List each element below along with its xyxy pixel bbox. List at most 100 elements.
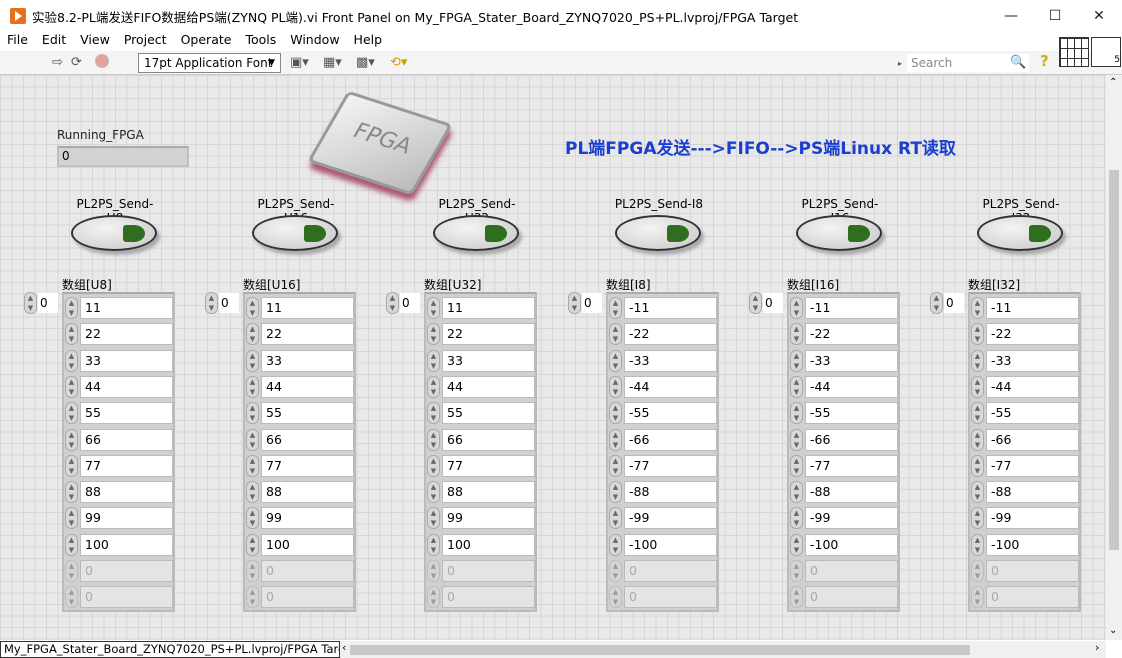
- array-element-value[interactable]: 88: [442, 481, 535, 504]
- array-element-value[interactable]: -44: [986, 375, 1079, 398]
- element-spinner[interactable]: ▲ ▼: [790, 586, 803, 609]
- element-spinner[interactable]: ▲ ▼: [65, 481, 78, 504]
- array-element-value[interactable]: 66: [80, 428, 173, 451]
- element-spinner[interactable]: ▲ ▼: [609, 428, 622, 451]
- element-spinner[interactable]: ▲ ▼: [246, 375, 259, 398]
- element-spinner[interactable]: ▲ ▼: [609, 586, 622, 609]
- array-index-value[interactable]: 0: [38, 293, 58, 313]
- abort-icon[interactable]: [95, 54, 109, 68]
- array-element-value[interactable]: 55: [261, 402, 354, 425]
- index-spinner[interactable]: ▲ ▼: [386, 292, 399, 314]
- element-spinner[interactable]: ▲ ▼: [65, 507, 78, 530]
- array-element[interactable]: ▲ ▼ 11: [427, 297, 535, 319]
- array-element-value[interactable]: 0: [261, 560, 354, 582]
- element-spinner[interactable]: ▲ ▼: [246, 507, 259, 530]
- element-spinner[interactable]: ▲ ▼: [65, 560, 78, 582]
- array-element-value[interactable]: -55: [624, 402, 717, 425]
- element-spinner[interactable]: ▲ ▼: [790, 349, 803, 372]
- close-button[interactable]: ✕: [1076, 0, 1122, 32]
- array-element[interactable]: ▲ ▼ 0: [971, 560, 1079, 582]
- element-spinner[interactable]: ▲ ▼: [971, 323, 984, 346]
- array-index-value[interactable]: 0: [582, 293, 602, 313]
- array-element[interactable]: ▲ ▼ -100: [971, 533, 1079, 556]
- array-element[interactable]: ▲ ▼ 100: [246, 533, 354, 556]
- element-spinner[interactable]: ▲ ▼: [65, 428, 78, 451]
- array-element-value[interactable]: 0: [805, 560, 898, 582]
- array-element-value[interactable]: 44: [80, 375, 173, 398]
- run-continuously-icon[interactable]: ⟳: [71, 55, 82, 70]
- element-spinner[interactable]: ▲ ▼: [790, 560, 803, 582]
- array-index-control[interactable]: ▲ ▼ 0: [930, 292, 964, 314]
- array-element[interactable]: ▲ ▼ 66: [427, 428, 535, 451]
- array-element[interactable]: ▲ ▼ -55: [790, 402, 898, 425]
- element-spinner[interactable]: ▲ ▼: [65, 323, 78, 346]
- element-spinner[interactable]: ▲ ▼: [971, 402, 984, 425]
- array-element[interactable]: ▲ ▼ -22: [971, 323, 1079, 346]
- reorder-icon[interactable]: ⟲▾: [390, 55, 407, 70]
- search-expand-icon[interactable]: ▸: [898, 59, 902, 68]
- menu-view[interactable]: View: [73, 32, 117, 51]
- menu-window[interactable]: Window: [283, 32, 346, 51]
- array-element[interactable]: ▲ ▼ -100: [790, 533, 898, 556]
- element-spinner[interactable]: ▲ ▼: [609, 533, 622, 556]
- array-element[interactable]: ▲ ▼ -99: [790, 507, 898, 530]
- array-element-value[interactable]: 0: [442, 560, 535, 582]
- array-index-control[interactable]: ▲ ▼ 0: [568, 292, 602, 314]
- array-element-value[interactable]: 44: [442, 375, 535, 398]
- element-spinner[interactable]: ▲ ▼: [790, 297, 803, 319]
- element-spinner[interactable]: ▲ ▼: [971, 428, 984, 451]
- array-element-value[interactable]: -100: [986, 533, 1079, 556]
- element-spinner[interactable]: ▲ ▼: [790, 533, 803, 556]
- font-select[interactable]: 17pt Application Font ▼: [138, 53, 281, 73]
- element-spinner[interactable]: ▲ ▼: [971, 349, 984, 372]
- array-element-value[interactable]: 0: [80, 586, 173, 609]
- array-element[interactable]: ▲ ▼ -55: [971, 402, 1079, 425]
- search-icon[interactable]: 🔍: [1010, 55, 1026, 70]
- array-element-value[interactable]: -22: [624, 323, 717, 346]
- array-element-value[interactable]: 33: [261, 349, 354, 372]
- vi-icon[interactable]: 5: [1091, 37, 1121, 67]
- array-element-value[interactable]: -88: [986, 481, 1079, 504]
- scroll-left-icon[interactable]: ‹: [342, 641, 346, 654]
- array-index-value[interactable]: 0: [944, 293, 964, 313]
- element-spinner[interactable]: ▲ ▼: [246, 586, 259, 609]
- array-element[interactable]: ▲ ▼ 100: [427, 533, 535, 556]
- element-spinner[interactable]: ▲ ▼: [246, 533, 259, 556]
- scroll-down-icon[interactable]: ⌄: [1109, 625, 1117, 636]
- array-element-value[interactable]: 0: [805, 586, 898, 609]
- help-icon[interactable]: ?: [1040, 52, 1049, 70]
- array-element[interactable]: ▲ ▼ -11: [609, 297, 717, 319]
- array-element-value[interactable]: 22: [261, 323, 354, 346]
- element-spinner[interactable]: ▲ ▼: [790, 428, 803, 451]
- array-element[interactable]: ▲ ▼ -11: [971, 297, 1079, 319]
- array-element[interactable]: ▲ ▼ -44: [971, 375, 1079, 398]
- array-element[interactable]: ▲ ▼ 11: [65, 297, 173, 319]
- array-element-value[interactable]: -88: [624, 481, 717, 504]
- element-spinner[interactable]: ▲ ▼: [790, 481, 803, 504]
- element-spinner[interactable]: ▲ ▼: [609, 323, 622, 346]
- array-element-value[interactable]: 22: [442, 323, 535, 346]
- array-element[interactable]: ▲ ▼ 66: [65, 428, 173, 451]
- array-element[interactable]: ▲ ▼ -44: [790, 375, 898, 398]
- array-element[interactable]: ▲ ▼ 88: [65, 481, 173, 504]
- resize-objects-icon[interactable]: ▩▾: [356, 55, 375, 70]
- element-spinner[interactable]: ▲ ▼: [971, 297, 984, 319]
- maximize-button[interactable]: ☐: [1032, 0, 1078, 32]
- array-element-value[interactable]: -77: [986, 454, 1079, 477]
- array-element-value[interactable]: 100: [80, 533, 173, 556]
- array-index-value[interactable]: 0: [400, 293, 420, 313]
- array-element[interactable]: ▲ ▼ 77: [246, 454, 354, 477]
- array-element[interactable]: ▲ ▼ -77: [971, 454, 1079, 477]
- array-element-value[interactable]: -22: [805, 323, 898, 346]
- array-element-value[interactable]: 33: [442, 349, 535, 372]
- element-spinner[interactable]: ▲ ▼: [246, 454, 259, 477]
- array-element[interactable]: ▲ ▼ -66: [790, 428, 898, 451]
- array-index-value[interactable]: 0: [219, 293, 239, 313]
- element-spinner[interactable]: ▲ ▼: [246, 428, 259, 451]
- array-index-control[interactable]: ▲ ▼ 0: [24, 292, 58, 314]
- array-index-value[interactable]: 0: [763, 293, 783, 313]
- element-spinner[interactable]: ▲ ▼: [427, 586, 440, 609]
- element-spinner[interactable]: ▲ ▼: [65, 297, 78, 319]
- run-arrow-icon[interactable]: ⇨: [52, 55, 63, 70]
- array-element[interactable]: ▲ ▼ 33: [65, 349, 173, 372]
